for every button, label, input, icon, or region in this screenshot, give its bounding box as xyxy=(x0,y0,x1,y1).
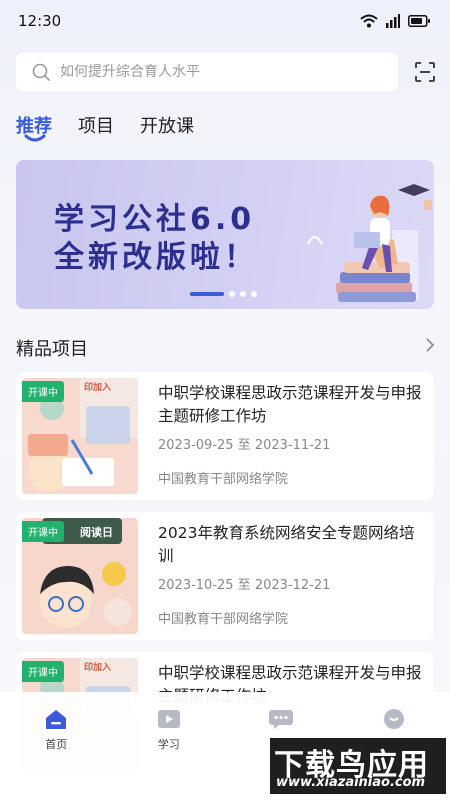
card-org: 中国教育干部网络学院 xyxy=(158,612,289,627)
pagination-dot[interactable] xyxy=(190,292,224,296)
banner-pagination xyxy=(190,291,257,297)
card-thumbnail: 阅读日 开课中 xyxy=(22,518,138,634)
project-card[interactable]: 印加入 开课中 中职学校课程思政示范课程开发与申报主题研修工作坊 2023-09… xyxy=(16,372,434,500)
bottom-tab-home[interactable]: 首页 xyxy=(0,708,113,800)
profile-icon xyxy=(383,709,404,729)
tab-bar-top: 推荐 项目 开放课 xyxy=(16,112,194,152)
card-title: 中职学校课程思政示范课程开发与申报主题研修工作坊 xyxy=(158,384,422,425)
status-badge: 开课中 xyxy=(22,381,64,402)
pagination-dot[interactable] xyxy=(229,291,235,297)
card-date: 2023-09-25 至 2023-11-21 xyxy=(158,438,331,453)
bottom-tab-study[interactable]: 学习 xyxy=(113,708,226,800)
search-icon xyxy=(32,63,50,81)
chat-icon xyxy=(269,710,294,729)
thumb-text: 印加入 xyxy=(84,381,111,393)
signal-icon xyxy=(386,14,400,28)
watermark-url: www.xiazainiao.com xyxy=(276,775,426,790)
tab-label: 项目 xyxy=(78,116,114,137)
tab-open-course[interactable]: 开放课 xyxy=(140,112,194,152)
tab-label: 首页 xyxy=(45,738,68,751)
thumb-text: 印加入 xyxy=(84,661,111,673)
card-thumbnail: 印加入 开课中 xyxy=(22,378,138,494)
status-bar: 12:30 xyxy=(0,0,450,44)
pagination-dot[interactable] xyxy=(251,291,257,297)
search-input[interactable] xyxy=(60,64,360,80)
tab-projects[interactable]: 项目 xyxy=(78,112,114,152)
section-title: 精品项目 xyxy=(16,339,88,360)
project-card[interactable]: 阅读日 开课中 2023年教育系统网络安全专题网络培训 2023-10-25 至… xyxy=(16,512,434,640)
search-box[interactable] xyxy=(16,53,398,91)
chevron-right-icon[interactable] xyxy=(424,337,436,353)
tab-label: 学习 xyxy=(157,738,180,751)
tab-label: 开放课 xyxy=(140,116,194,137)
section-header: 精品项目 xyxy=(16,335,436,360)
tab-active-indicator xyxy=(24,134,46,142)
card-date: 2023-10-25 至 2023-12-21 xyxy=(158,578,331,593)
pagination-dot[interactable] xyxy=(240,291,246,297)
promo-banner[interactable]: 学习公社6.0 全新改版啦！ xyxy=(16,160,434,309)
status-icons xyxy=(360,14,430,28)
home-icon xyxy=(46,710,67,729)
thumb-text: 阅读日 xyxy=(80,525,113,539)
watermark-logo: 下载鸟应用 www.xiazainiao.com xyxy=(270,738,446,794)
scan-icon[interactable] xyxy=(414,61,436,83)
banner-illustration xyxy=(307,184,432,302)
card-org: 中国教育干部网络学院 xyxy=(158,472,289,487)
banner-subheadline: 全新改版啦！ xyxy=(54,240,258,275)
battery-icon xyxy=(408,15,430,27)
tab-recommend[interactable]: 推荐 xyxy=(16,112,52,152)
status-badge: 开课中 xyxy=(22,521,64,542)
card-title: 2023年教育系统网络安全专题网络培训 xyxy=(158,524,415,565)
play-icon xyxy=(157,710,180,728)
status-badge: 开课中 xyxy=(22,661,64,682)
status-time: 12:30 xyxy=(18,12,62,30)
wifi-icon xyxy=(360,14,378,28)
search-row xyxy=(16,53,436,91)
